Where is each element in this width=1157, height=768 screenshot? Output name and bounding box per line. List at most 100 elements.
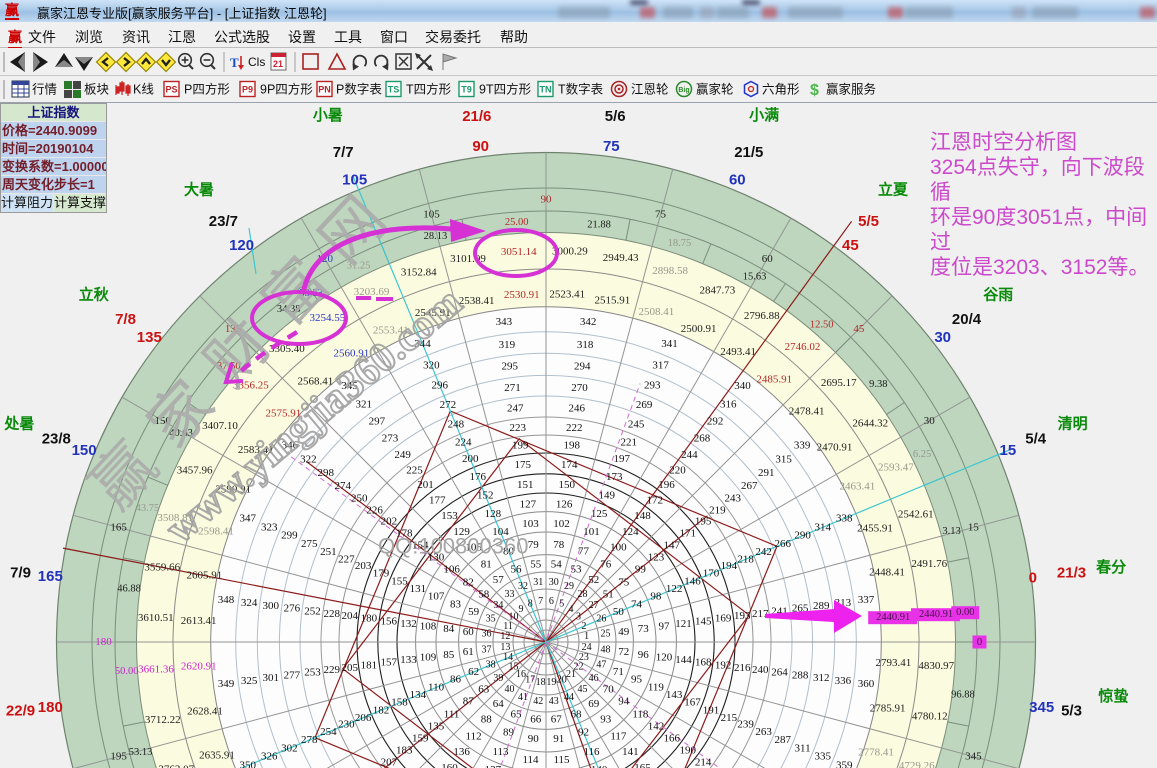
svg-text:359: 359 [836,760,853,768]
svg-text:2847.73: 2847.73 [700,285,736,297]
svg-text:2778.41: 2778.41 [858,746,894,758]
svg-text:345: 345 [965,751,982,763]
svg-text:105: 105 [423,209,440,221]
svg-text:7/7: 7/7 [333,144,354,161]
svg-text:200: 200 [462,453,479,465]
svg-text:63: 63 [478,684,490,696]
svg-text:21: 21 [273,59,283,69]
svg-text:298: 298 [317,467,334,479]
svg-text:94: 94 [618,696,630,708]
svg-text:165: 165 [38,568,63,585]
svg-text:9.38: 9.38 [869,379,887,390]
svg-text:2463.41: 2463.41 [840,481,876,493]
svg-text:121: 121 [675,618,692,630]
svg-text:302: 302 [281,742,298,754]
svg-text:6.25: 6.25 [913,449,931,460]
svg-text:2500.91: 2500.91 [681,323,717,335]
svg-text:222: 222 [566,422,583,434]
svg-text:立夏: 立夏 [878,180,909,198]
svg-text:324: 324 [241,597,258,609]
svg-text:146: 146 [684,575,701,587]
svg-text:37: 37 [482,644,492,655]
svg-text:335: 335 [814,751,831,763]
svg-text:144: 144 [675,654,692,666]
svg-text:30: 30 [934,329,951,346]
svg-text:QQ:100800360: QQ:100800360 [378,534,528,559]
svg-text:135: 135 [137,329,162,346]
svg-text:93: 93 [600,714,612,726]
svg-text:5/4: 5/4 [1025,431,1047,448]
svg-text:272: 272 [440,399,457,411]
svg-text:249: 249 [394,449,411,461]
svg-text:110: 110 [428,682,445,694]
svg-text:101: 101 [583,526,600,538]
svg-text:120: 120 [656,652,673,664]
svg-text:225: 225 [406,465,423,477]
svg-text:46.88: 46.88 [117,584,141,595]
svg-text:2542.61: 2542.61 [898,509,934,521]
svg-text:46: 46 [589,673,599,684]
svg-text:50: 50 [613,606,625,618]
svg-text:350: 350 [240,760,257,768]
svg-text:245: 245 [628,418,645,430]
svg-text:25.00: 25.00 [505,217,529,228]
svg-text:175: 175 [514,459,531,471]
svg-text:117: 117 [610,730,627,742]
svg-text:2898.58: 2898.58 [652,265,688,277]
svg-text:325: 325 [241,675,258,687]
svg-text:2448.41: 2448.41 [869,567,905,579]
svg-text:194: 194 [721,560,738,572]
svg-text:319: 319 [499,339,516,351]
svg-text:123: 123 [648,552,665,564]
svg-text:133: 133 [400,654,417,666]
svg-text:5/6: 5/6 [605,108,626,125]
svg-text:171: 171 [679,527,696,539]
svg-text:99: 99 [635,564,647,576]
svg-text:54: 54 [551,558,563,570]
svg-text:60: 60 [729,172,746,189]
svg-text:158: 158 [391,697,408,709]
svg-text:150: 150 [558,479,575,491]
svg-text:2785.91: 2785.91 [870,702,906,714]
svg-text:254: 254 [320,726,337,738]
svg-text:275: 275 [301,538,318,550]
svg-text:20/4: 20/4 [952,311,982,328]
svg-text:149: 149 [598,490,615,502]
svg-text:15.63: 15.63 [743,272,767,283]
svg-text:226: 226 [366,505,383,517]
svg-text:318: 318 [577,339,594,351]
svg-text:59: 59 [468,606,480,618]
svg-text:2478.41: 2478.41 [789,405,825,417]
svg-text:183: 183 [396,745,413,757]
svg-text:134: 134 [410,689,427,701]
svg-text:清明: 清明 [1058,414,1088,432]
svg-text:2949.43: 2949.43 [603,252,639,264]
svg-text:348: 348 [218,594,235,606]
svg-text:57: 57 [493,574,505,586]
svg-text:3559.66: 3559.66 [144,561,180,573]
svg-text:253: 253 [304,667,321,679]
svg-text:2620.91: 2620.91 [181,660,217,672]
svg-text:7/8: 7/8 [115,311,136,328]
svg-text:180: 180 [38,699,63,716]
svg-text:271: 271 [504,382,521,394]
svg-text:6: 6 [549,596,554,607]
svg-text:惊蛰: 惊蛰 [1098,687,1128,705]
svg-text:242: 242 [755,546,772,558]
svg-text:240: 240 [752,664,769,676]
svg-text:323: 323 [261,521,278,533]
svg-text:102: 102 [553,518,570,530]
svg-text:21.88: 21.88 [587,220,611,231]
svg-text:205: 205 [341,662,358,674]
svg-text:316: 316 [720,398,737,410]
svg-text:293: 293 [644,379,661,391]
svg-text:143: 143 [666,689,683,701]
svg-text:315: 315 [775,454,792,466]
svg-text:87: 87 [463,696,475,708]
svg-text:赢家服务: 赢家服务 [826,82,876,97]
svg-text:111: 111 [444,708,460,720]
svg-text:273: 273 [382,433,399,445]
svg-text:177: 177 [429,494,446,506]
svg-text:141: 141 [622,746,639,758]
svg-text:180: 180 [361,613,378,625]
